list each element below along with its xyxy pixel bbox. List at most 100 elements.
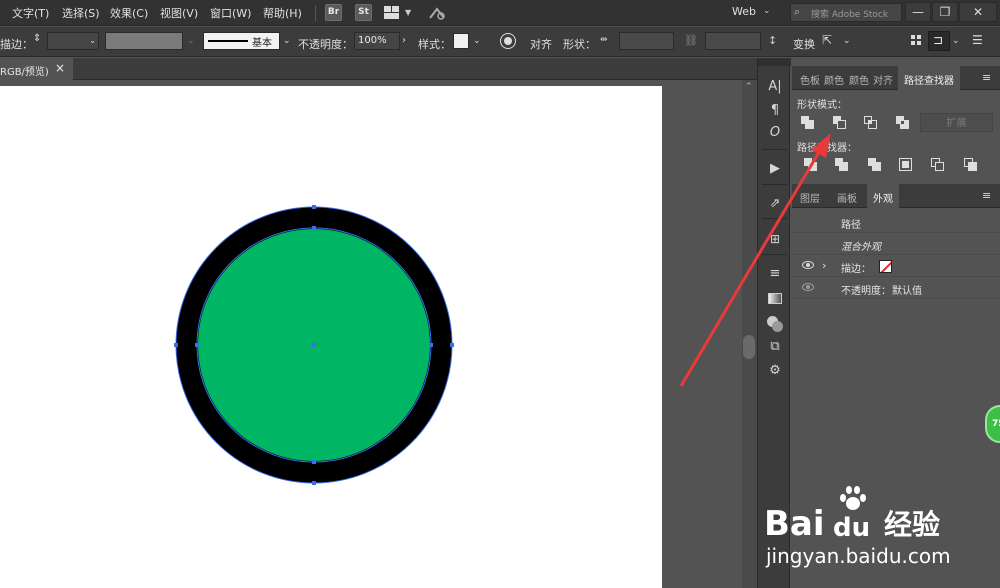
appearance-stroke-row[interactable]: › 描边：: [792, 256, 1000, 277]
gradient-panel-icon[interactable]: [768, 293, 782, 304]
exclude-button[interactable]: [895, 115, 911, 131]
gpu-performance-icon[interactable]: [428, 5, 446, 21]
actions-panel-icon[interactable]: ▶: [765, 160, 785, 178]
transform-button[interactable]: 变换: [793, 36, 815, 52]
graphic-style-swatch[interactable]: [453, 33, 469, 49]
menu-effect[interactable]: 效果(C): [110, 5, 148, 21]
anchor-point: [312, 481, 316, 485]
chevron-down-icon[interactable]: ▼: [405, 8, 411, 17]
tab-pathfinder[interactable]: 路径查找器: [898, 66, 960, 90]
brush-definition[interactable]: 基本: [203, 32, 280, 50]
recolor-artwork-icon[interactable]: [500, 33, 516, 49]
close-tab-icon[interactable]: ×: [55, 61, 65, 75]
menu-divider: [315, 5, 316, 21]
workspace-switcher[interactable]: Web: [732, 5, 756, 18]
search-icon: ⌕: [794, 5, 801, 18]
opacity-value: 默认值: [892, 286, 922, 297]
shape-width-field[interactable]: [619, 32, 674, 50]
stroke-stepper-icon[interactable]: ⇕: [33, 33, 41, 44]
watermark-brand: Bai: [764, 504, 825, 544]
chevron-down-icon[interactable]: ⌄: [187, 36, 195, 46]
stroke-swatch[interactable]: [879, 260, 892, 273]
align-button[interactable]: 对齐: [530, 36, 552, 52]
close-button[interactable]: ✕: [959, 2, 997, 22]
appearance-opacity-row[interactable]: 不透明度： 默认值: [792, 278, 1000, 299]
chevron-down-icon[interactable]: ⌄: [473, 36, 481, 46]
variable-width-profile[interactable]: [105, 32, 183, 50]
unite-button[interactable]: [800, 115, 816, 131]
shape-height-field[interactable]: [705, 32, 761, 50]
dock-grip[interactable]: [758, 58, 791, 66]
panel-menu-icon[interactable]: ☰: [972, 33, 983, 47]
expand-button[interactable]: 扩展: [920, 113, 993, 132]
anchor-point: [195, 343, 199, 347]
stock-search-input[interactable]: ⌕ 搜索 Adobe Stock: [790, 3, 902, 22]
minimize-button[interactable]: —: [905, 2, 931, 22]
arrange-icon[interactable]: ⊐: [928, 31, 950, 51]
outline-button[interactable]: [930, 157, 946, 173]
tab-swatches[interactable]: 色板: [800, 72, 820, 87]
symbols-panel-icon[interactable]: ⧉: [765, 338, 785, 356]
dock-divider: [762, 218, 787, 219]
transparency-panel-icon[interactable]: [767, 316, 783, 332]
minus-front-button[interactable]: [832, 115, 848, 131]
tab-color-guide[interactable]: 颜色: [849, 72, 869, 87]
visibility-eye-icon[interactable]: [802, 261, 814, 269]
stroke-panel-icon[interactable]: ≡: [765, 265, 785, 283]
chevron-down-icon[interactable]: ⌄: [843, 36, 851, 46]
opentype-panel-icon[interactable]: O: [765, 124, 785, 142]
scrollbar-thumb[interactable]: [743, 335, 755, 359]
select-similar-icon[interactable]: [911, 35, 922, 46]
chevron-down-icon[interactable]: ⌄: [763, 6, 771, 16]
tab-color[interactable]: 颜色: [824, 72, 844, 87]
merge-button[interactable]: [867, 157, 883, 173]
arrange-documents-icon[interactable]: [384, 6, 400, 20]
menu-help[interactable]: 帮助(H): [263, 5, 302, 21]
anchor-point: [312, 226, 316, 230]
stroke-weight-field[interactable]: ⌄: [47, 32, 99, 50]
document-tab[interactable]: RGB/预览) ×: [0, 58, 73, 80]
tab-layers[interactable]: 图层: [800, 190, 820, 205]
dock-divider: [762, 149, 787, 150]
opacity-field[interactable]: 100%: [354, 32, 400, 50]
intersect-button[interactable]: [863, 115, 879, 131]
export-asset-icon[interactable]: ⇗: [765, 195, 785, 213]
bridge-button[interactable]: Br: [325, 4, 342, 21]
transform-panel-icon[interactable]: ⊞: [765, 230, 785, 248]
character-panel-icon[interactable]: A|: [765, 78, 785, 96]
menu-type[interactable]: 文字(T): [12, 5, 49, 21]
chevron-right-icon[interactable]: ›: [402, 35, 406, 46]
anchor-point: [174, 343, 178, 347]
opacity-label: 不透明度：: [298, 38, 353, 51]
tab-artboards[interactable]: 画板: [837, 190, 857, 205]
menu-bar: 文字(T) 选择(S) 效果(C) 视图(V) 窗口(W) 帮助(H) Br S…: [0, 0, 1000, 26]
panel-menu-icon[interactable]: ≡: [982, 71, 991, 84]
center-point: [312, 343, 316, 347]
menu-window[interactable]: 窗口(W): [210, 5, 251, 21]
tab-align[interactable]: 对齐: [873, 72, 893, 87]
panel-menu-icon[interactable]: ≡: [982, 189, 991, 202]
menu-select[interactable]: 选择(S): [62, 5, 100, 21]
divide-button[interactable]: [803, 157, 819, 173]
trim-button[interactable]: [834, 157, 850, 173]
chevron-down-icon[interactable]: ⌄: [89, 36, 96, 45]
crop-button[interactable]: [898, 157, 914, 173]
menu-view[interactable]: 视图(V): [160, 5, 198, 21]
tab-appearance[interactable]: 外观: [867, 184, 899, 208]
restore-button[interactable]: ❐: [932, 2, 958, 22]
artboard[interactable]: [0, 86, 662, 588]
isolate-object-icon[interactable]: ⇱: [822, 33, 832, 47]
visibility-eye-icon[interactable]: [802, 283, 814, 291]
shape-label: 形状：: [563, 38, 596, 51]
chevron-down-icon[interactable]: ⌄: [283, 36, 291, 46]
chevron-down-icon[interactable]: ⌄: [952, 36, 960, 46]
vertical-scrollbar[interactable]: ⌃: [742, 80, 757, 588]
paragraph-panel-icon[interactable]: ¶: [765, 102, 785, 120]
chevron-right-icon[interactable]: ›: [822, 259, 826, 272]
graphic-styles-panel-icon[interactable]: ⚙: [765, 362, 785, 380]
link-dimensions-icon[interactable]: ⛓: [684, 34, 698, 47]
performance-badge[interactable]: 75: [985, 405, 1000, 443]
scroll-up-icon[interactable]: ⌃: [745, 82, 753, 92]
stock-button[interactable]: St: [355, 4, 372, 21]
minus-back-button[interactable]: [963, 157, 979, 173]
